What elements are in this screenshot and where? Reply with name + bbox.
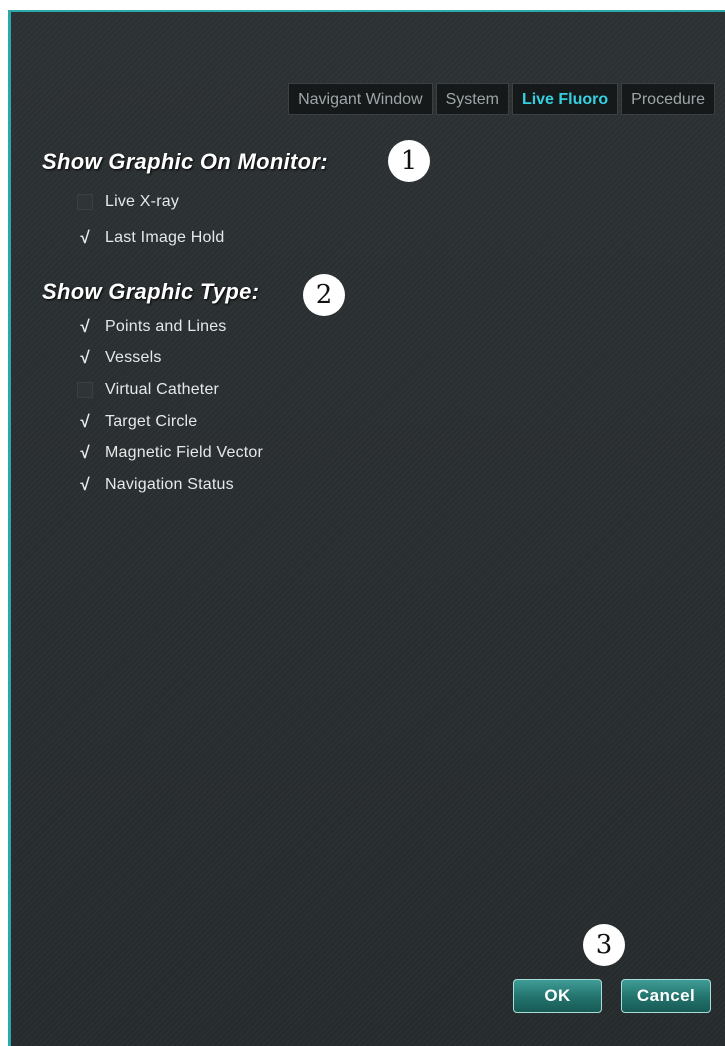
show-graphic-on-monitor-heading: Show Graphic On Monitor: <box>42 149 328 174</box>
option-navigation-status[interactable]: √ Navigation Status <box>77 473 234 497</box>
checkbox-points-and-lines[interactable]: √ <box>77 317 93 336</box>
option-label: Virtual Catheter <box>105 381 220 398</box>
option-points-and-lines[interactable]: √ Points and Lines <box>77 315 227 339</box>
option-vessels[interactable]: √ Vessels <box>77 346 162 370</box>
tab-system[interactable]: System <box>435 83 509 115</box>
checkbox-navigation-status[interactable]: √ <box>77 475 93 494</box>
option-label: Target Circle <box>105 413 198 430</box>
option-label: Magnetic Field Vector <box>105 444 264 461</box>
option-live-x-ray[interactable]: Live X-ray <box>77 190 179 214</box>
callout-3: 3 <box>583 924 625 966</box>
live-fluoro-settings-window: Navigant Window System Live Fluoro Proce… <box>8 10 725 1046</box>
ok-button[interactable]: OK <box>513 979 602 1013</box>
tab-live-fluoro[interactable]: Live Fluoro <box>511 83 619 115</box>
tab-bar: Navigant Window System Live Fluoro Proce… <box>288 83 715 115</box>
cancel-button[interactable]: Cancel <box>621 979 711 1013</box>
show-graphic-type-heading: Show Graphic Type: <box>42 279 260 304</box>
callout-2: 2 <box>303 274 345 316</box>
checkbox-last-image-hold[interactable]: √ <box>77 228 93 247</box>
tab-navigant-window[interactable]: Navigant Window <box>288 83 433 115</box>
option-label: Points and Lines <box>105 318 227 335</box>
option-last-image-hold[interactable]: √ Last Image Hold <box>77 226 225 250</box>
option-label: Navigation Status <box>105 476 234 493</box>
checkbox-live-x-ray[interactable] <box>77 194 93 210</box>
option-label: Vessels <box>105 349 162 366</box>
checkbox-magnetic-field-vector[interactable]: √ <box>77 443 93 462</box>
checkbox-vessels[interactable]: √ <box>77 348 93 367</box>
option-magnetic-field-vector[interactable]: √ Magnetic Field Vector <box>77 441 263 465</box>
checkbox-virtual-catheter[interactable] <box>77 382 93 398</box>
option-virtual-catheter[interactable]: Virtual Catheter <box>77 378 219 402</box>
checkbox-target-circle[interactable]: √ <box>77 412 93 431</box>
option-label: Live X-ray <box>105 193 180 210</box>
tab-procedure[interactable]: Procedure <box>621 83 715 115</box>
option-target-circle[interactable]: √ Target Circle <box>77 410 197 434</box>
callout-1: 1 <box>388 140 430 182</box>
option-label: Last Image Hold <box>105 229 225 246</box>
